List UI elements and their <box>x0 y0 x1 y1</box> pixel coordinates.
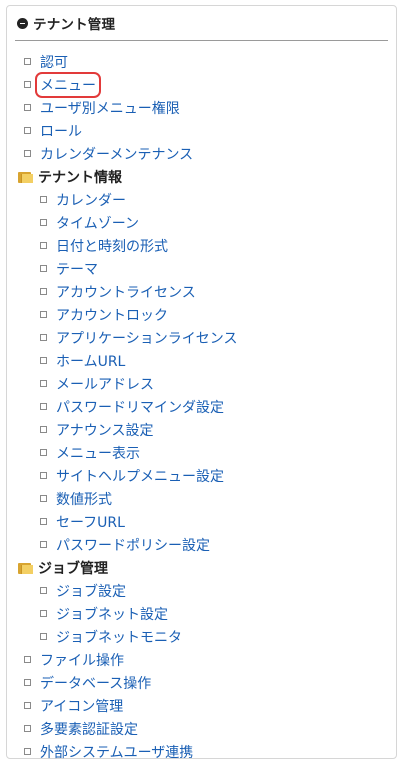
tree-link[interactable]: 日付と時刻の形式 <box>56 236 168 256</box>
tree-item-theme[interactable]: テーマ <box>7 257 396 280</box>
bullet-icon <box>24 58 31 65</box>
tree-link[interactable]: アイコン管理 <box>40 696 123 716</box>
folder-label: テナント情報 <box>38 169 122 186</box>
tree-link[interactable]: パスワードポリシー設定 <box>56 535 210 555</box>
bullet-icon <box>40 196 47 203</box>
tree-item-role[interactable]: ロール <box>7 119 396 142</box>
tree-item-account-license[interactable]: アカウントライセンス <box>7 280 396 303</box>
bullet-icon <box>24 748 31 755</box>
tree-item-password-policy[interactable]: パスワードポリシー設定 <box>7 533 396 556</box>
tree-link[interactable]: メールアドレス <box>56 374 154 394</box>
tree-item-jobnet-settings[interactable]: ジョブネット設定 <box>7 602 396 625</box>
bullet-icon <box>24 81 31 88</box>
menu-tree: 認可 メニュー ユーザ別メニュー権限 ロール カレンダーメンテナンス テナント情… <box>7 50 396 763</box>
bullet-icon <box>24 127 31 134</box>
bullet-icon <box>40 380 47 387</box>
tree-item-password-reminder[interactable]: パスワードリマインダ設定 <box>7 395 396 418</box>
tree-link[interactable]: カレンダーメンテナンス <box>40 144 193 164</box>
tree-link[interactable]: アカウントライセンス <box>56 282 196 302</box>
bullet-icon <box>24 702 31 709</box>
bullet-icon <box>40 426 47 433</box>
bullet-icon <box>40 587 47 594</box>
tree-link[interactable]: メニュー表示 <box>56 443 140 463</box>
tree-link[interactable]: カレンダー <box>56 190 126 210</box>
tree-item-menu-display[interactable]: メニュー表示 <box>7 441 396 464</box>
bullet-icon <box>40 288 47 295</box>
tree-item-database-operation[interactable]: データベース操作 <box>7 671 396 694</box>
tree-link[interactable]: ファイル操作 <box>40 650 124 670</box>
tree-link[interactable]: ジョブ設定 <box>56 581 126 601</box>
bullet-icon <box>24 679 31 686</box>
panel-header[interactable]: テナント管理 <box>15 13 115 33</box>
tree-item-jobnet-monitor[interactable]: ジョブネットモニタ <box>7 625 396 648</box>
tree-item-home-url[interactable]: ホームURL <box>7 349 396 372</box>
panel-title: テナント管理 <box>33 17 116 33</box>
collapse-icon[interactable] <box>17 17 28 29</box>
tree-item-calendar[interactable]: カレンダー <box>7 188 396 211</box>
tree-link[interactable]: ジョブネットモニタ <box>56 627 182 647</box>
tree-item-announcement[interactable]: アナウンス設定 <box>7 418 396 441</box>
tree-link[interactable]: 多要素認証設定 <box>40 719 138 739</box>
tree-item-safe-url[interactable]: セーフURL <box>7 510 396 533</box>
tree-item-calendar-maintenance[interactable]: カレンダーメンテナンス <box>7 142 396 165</box>
tree-link[interactable]: 認可 <box>40 52 68 72</box>
tenant-management-panel: テナント管理 認可 メニュー ユーザ別メニュー権限 ロール カレンダーメンテナン… <box>6 5 397 761</box>
tree-item-mail-address[interactable]: メールアドレス <box>7 372 396 395</box>
folder-icon <box>18 171 33 183</box>
folder-tenant-info[interactable]: テナント情報 <box>7 165 396 188</box>
folder-label: ジョブ管理 <box>38 560 108 577</box>
folder-icon <box>18 562 33 574</box>
bullet-icon <box>40 403 47 410</box>
tree-link[interactable]: データベース操作 <box>40 673 151 693</box>
tree-link[interactable]: 数値形式 <box>56 489 112 509</box>
tree-link[interactable]: 外部システムユーザ連携 <box>40 742 193 762</box>
bullet-icon <box>40 518 47 525</box>
tree-link[interactable]: ユーザ別メニュー権限 <box>40 98 180 118</box>
bullet-icon <box>40 334 47 341</box>
tree-item-file-operation[interactable]: ファイル操作 <box>7 648 396 671</box>
tree-link[interactable]: タイムゾーン <box>56 213 139 233</box>
tree-link-selected[interactable]: メニュー <box>35 71 101 98</box>
bullet-icon <box>40 311 47 318</box>
tree-link[interactable]: アナウンス設定 <box>56 420 153 440</box>
bullet-icon <box>24 656 31 663</box>
tree-link[interactable]: サイトヘルプメニュー設定 <box>56 466 224 486</box>
bullet-icon <box>40 541 47 548</box>
tree-item-timezone[interactable]: タイムゾーン <box>7 211 396 234</box>
tree-link[interactable]: アプリケーションライセンス <box>56 328 237 348</box>
tree-item-external-user-link[interactable]: 外部システムユーザ連携 <box>7 740 396 763</box>
tree-link[interactable]: ロール <box>40 121 82 141</box>
tree-link[interactable]: テーマ <box>56 259 98 279</box>
bullet-icon <box>24 104 31 111</box>
tree-item-job-settings[interactable]: ジョブ設定 <box>7 579 396 602</box>
tree-item-number-format[interactable]: 数値形式 <box>7 487 396 510</box>
tree-link[interactable]: ホームURL <box>56 351 125 371</box>
bullet-icon <box>40 265 47 272</box>
tree-item-account-lock[interactable]: アカウントロック <box>7 303 396 326</box>
bullet-icon <box>40 610 47 617</box>
tree-link[interactable]: セーフURL <box>56 512 125 532</box>
bullet-icon <box>40 242 47 249</box>
bullet-icon <box>40 472 47 479</box>
tree-item-date-time-format[interactable]: 日付と時刻の形式 <box>7 234 396 257</box>
header-divider <box>15 40 388 41</box>
bullet-icon <box>40 357 47 364</box>
folder-job-management[interactable]: ジョブ管理 <box>7 556 396 579</box>
bullet-icon <box>24 725 31 732</box>
bullet-icon <box>40 495 47 502</box>
tree-link[interactable]: ジョブネット設定 <box>56 604 168 624</box>
tree-item-application-license[interactable]: アプリケーションライセンス <box>7 326 396 349</box>
tree-item-mfa-settings[interactable]: 多要素認証設定 <box>7 717 396 740</box>
tree-item-user-menu-permission[interactable]: ユーザ別メニュー権限 <box>7 96 396 119</box>
tree-item-menu[interactable]: メニュー <box>7 71 396 98</box>
bullet-icon <box>40 219 47 226</box>
tree-item-authorization[interactable]: 認可 <box>7 50 396 73</box>
bullet-icon <box>40 633 47 640</box>
bullet-icon <box>24 150 31 157</box>
tree-link[interactable]: パスワードリマインダ設定 <box>56 397 224 417</box>
tree-item-site-help-menu[interactable]: サイトヘルプメニュー設定 <box>7 464 396 487</box>
tree-link[interactable]: アカウントロック <box>56 305 168 325</box>
bullet-icon <box>40 449 47 456</box>
tree-item-icon-management[interactable]: アイコン管理 <box>7 694 396 717</box>
